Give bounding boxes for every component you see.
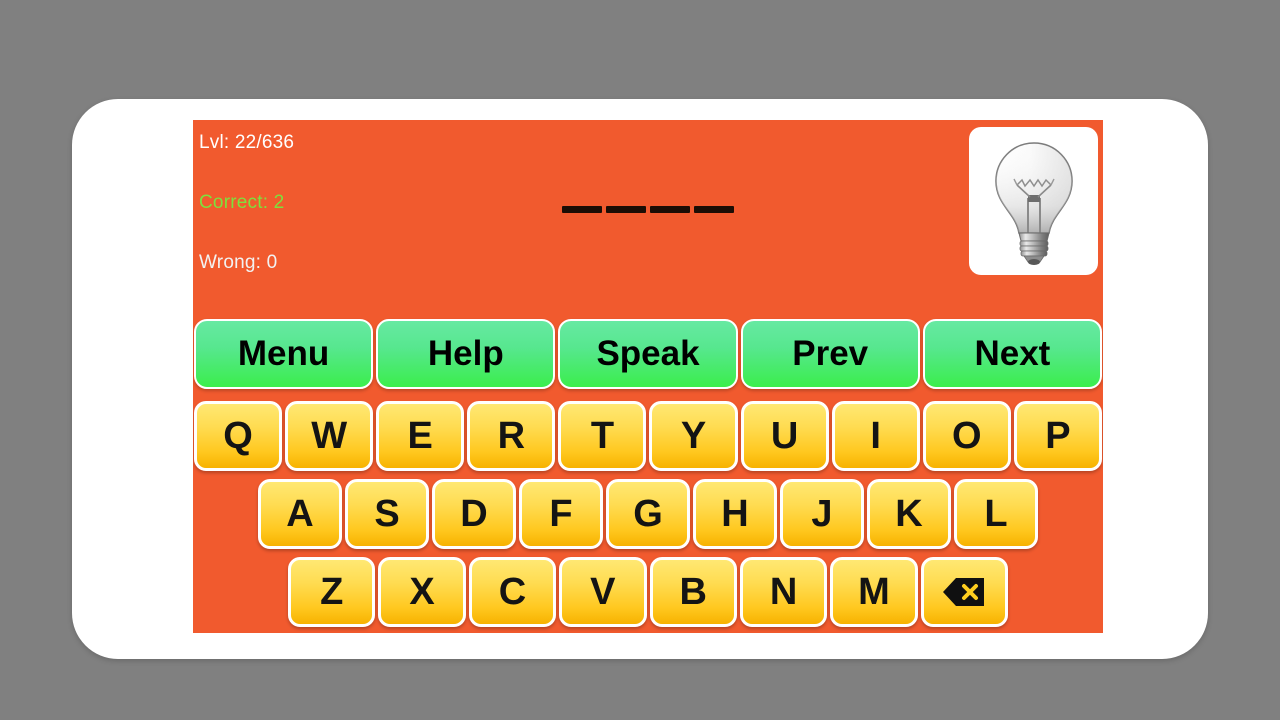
key-s[interactable]: S bbox=[345, 479, 429, 549]
keyboard-row-1: Q W E R T Y U I O P bbox=[194, 401, 1102, 471]
key-e[interactable]: E bbox=[376, 401, 465, 471]
key-a[interactable]: A bbox=[258, 479, 342, 549]
key-i[interactable]: I bbox=[831, 401, 920, 471]
backspace-key[interactable] bbox=[920, 557, 1008, 627]
prev-button[interactable]: Prev bbox=[740, 319, 920, 389]
key-k[interactable]: K bbox=[867, 479, 951, 549]
key-u[interactable]: U bbox=[740, 401, 829, 471]
key-q[interactable]: Q bbox=[194, 401, 283, 471]
key-t[interactable]: T bbox=[558, 401, 647, 471]
speak-button[interactable]: Speak bbox=[558, 319, 738, 389]
key-d[interactable]: D bbox=[432, 479, 516, 549]
blank-slot bbox=[606, 206, 646, 213]
key-j[interactable]: J bbox=[780, 479, 864, 549]
app-screen: Lvl: 22/636 Correct: 2 Wrong: 0 Menu Hel… bbox=[193, 120, 1103, 633]
key-z[interactable]: Z bbox=[288, 557, 376, 627]
key-w[interactable]: W bbox=[285, 401, 374, 471]
key-m[interactable]: M bbox=[830, 557, 918, 627]
action-button-row: Menu Help Speak Prev Next bbox=[193, 319, 1103, 389]
key-r[interactable]: R bbox=[467, 401, 556, 471]
help-button[interactable]: Help bbox=[376, 319, 556, 389]
hint-card[interactable] bbox=[969, 127, 1098, 275]
lightbulb-icon bbox=[984, 137, 1084, 265]
level-indicator: Lvl: 22/636 bbox=[199, 132, 295, 153]
wrong-counter: Wrong: 0 bbox=[199, 252, 278, 273]
key-x[interactable]: X bbox=[378, 557, 466, 627]
word-blanks bbox=[193, 206, 1103, 213]
key-c[interactable]: C bbox=[468, 557, 557, 627]
keyboard-row-2: A S D F G H J K L bbox=[258, 479, 1038, 549]
key-p[interactable]: P bbox=[1013, 401, 1102, 471]
key-n[interactable]: N bbox=[739, 557, 828, 627]
keyboard-row-3: Z X C V B N M bbox=[288, 557, 1008, 627]
blank-slot bbox=[694, 206, 734, 213]
key-b[interactable]: B bbox=[649, 557, 737, 627]
blank-slot bbox=[650, 206, 690, 213]
backspace-icon bbox=[942, 576, 986, 608]
screenshot-stage: Lvl: 22/636 Correct: 2 Wrong: 0 Menu Hel… bbox=[0, 0, 1280, 720]
key-h[interactable]: H bbox=[693, 479, 777, 549]
blank-slot bbox=[562, 206, 602, 213]
key-f[interactable]: F bbox=[519, 479, 603, 549]
key-l[interactable]: L bbox=[954, 479, 1038, 549]
next-button[interactable]: Next bbox=[922, 319, 1103, 389]
key-y[interactable]: Y bbox=[649, 401, 738, 471]
stats-panel: Lvl: 22/636 Correct: 2 Wrong: 0 bbox=[199, 132, 499, 312]
key-v[interactable]: V bbox=[559, 557, 647, 627]
menu-button[interactable]: Menu bbox=[194, 319, 374, 389]
key-o[interactable]: O bbox=[922, 401, 1011, 471]
key-g[interactable]: G bbox=[606, 479, 690, 549]
